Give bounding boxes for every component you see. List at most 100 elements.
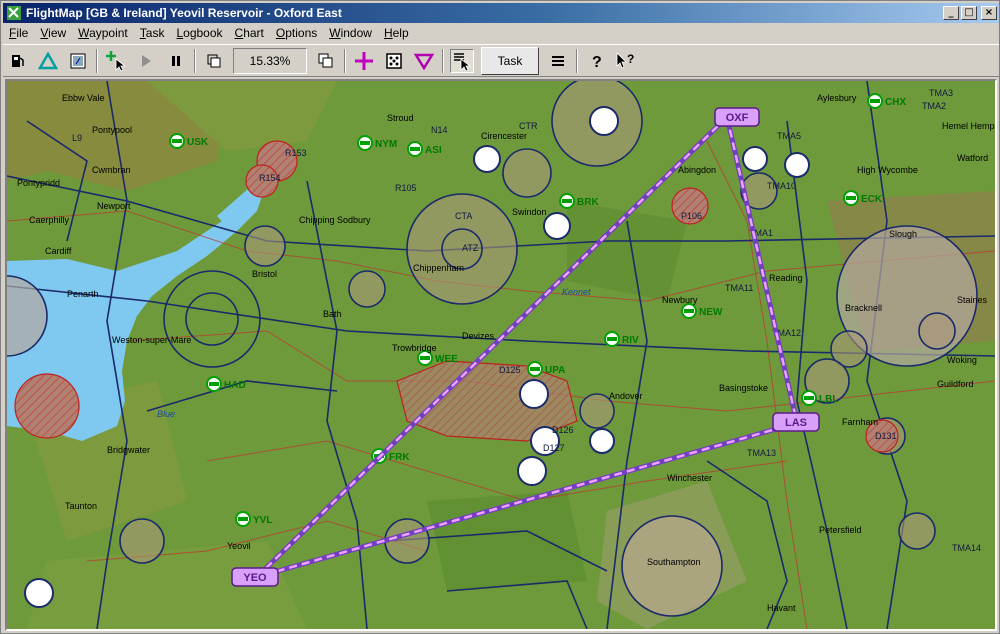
toolbar-separator [194,48,196,73]
task-button[interactable]: Task [481,46,539,75]
play-button[interactable] [134,49,158,73]
filter-button[interactable] [412,49,436,73]
airfield-nym: NYM [357,135,397,151]
minimize-button[interactable]: _ [943,6,959,20]
svg-text:Trowbridge: Trowbridge [392,343,437,353]
airfield-asi: ASI [407,141,442,157]
svg-text:LAS: LAS [785,417,807,429]
svg-text:Watford: Watford [957,153,988,163]
zoom-level[interactable]: 15.33% [233,47,307,74]
svg-text:Southampton: Southampton [647,557,701,567]
add-cursor-icon [106,50,127,72]
airfield-had: HAD [206,376,246,392]
svg-text:Newport: Newport [97,201,131,211]
help-button[interactable]: ? [584,49,608,73]
svg-text:L9: L9 [72,133,82,143]
dice-icon [386,52,402,69]
toolbar: 15.33% Task ? ? [3,44,999,77]
svg-text:Cardiff: Cardiff [45,246,72,256]
center-map-button[interactable] [352,49,376,73]
svg-text:R153: R153 [285,148,307,158]
fuel-pump-button[interactable] [6,49,30,73]
map-view-button[interactable] [66,49,90,73]
svg-text:CTA: CTA [455,211,472,221]
svg-text:ATZ: ATZ [462,243,479,253]
title-bar[interactable]: FlightMap [GB & Ireland] Yeovil Reservoi… [3,3,999,23]
svg-text:ECK: ECK [861,194,883,205]
svg-text:D125: D125 [499,365,521,375]
help-cursor-icon: ? [616,52,634,69]
svg-text:?: ? [627,52,634,66]
menu-task[interactable]: Task [134,26,171,40]
tile-windows-button[interactable] [314,49,338,73]
window-corner-icon [207,54,221,67]
fuel-pump-icon [12,54,24,67]
menu-waypoint[interactable]: Waypoint [72,26,134,40]
triangle-icon [38,51,58,69]
airfield-new: NEW [681,303,723,319]
svg-text:Bridgwater: Bridgwater [107,445,150,455]
svg-text:P106: P106 [681,211,702,221]
svg-text:Basingstoke: Basingstoke [719,383,768,393]
svg-text:TMA3: TMA3 [929,88,953,98]
svg-text:ASI: ASI [425,145,442,156]
svg-text:R154: R154 [259,173,281,183]
pause-icon [172,55,180,66]
svg-text:Chippenham: Chippenham [413,263,464,273]
menu-logbook[interactable]: Logbook [170,26,228,40]
airfield-lbl: LBL [801,390,838,406]
pause-button[interactable] [164,49,188,73]
menu-view[interactable]: View [34,26,72,40]
menu-file[interactable]: File [3,26,34,40]
menu-help[interactable]: Help [378,26,415,40]
menu-options[interactable]: Options [270,26,323,40]
svg-text:Swindon: Swindon [512,207,547,217]
toolbar-separator [344,48,346,73]
svg-text:Staines: Staines [957,295,988,305]
play-icon [142,54,151,67]
svg-text:TMA10: TMA10 [767,181,796,191]
svg-text:Aylesbury: Aylesbury [817,93,857,103]
svg-text:LBL: LBL [819,394,838,405]
svg-text:CHX: CHX [885,97,906,108]
waypoint-yeo[interactable]: YEO [231,567,279,587]
svg-text:Devizes: Devizes [462,331,495,341]
waypoint-las[interactable]: LAS [772,412,820,432]
window-title: FlightMap [GB & Ireland] Yeovil Reservoi… [26,6,342,20]
waypoint-oxf[interactable]: OXF [714,107,760,127]
zoom-window-button[interactable] [202,49,226,73]
svg-text:BRK: BRK [577,197,599,208]
app-icon [7,6,21,20]
map-view[interactable]: USK NYM ASI CHX ECK WEE RIV NEW UPA HAD … [5,79,997,631]
airfield-eck: ECK [843,190,883,206]
svg-text:Penarth: Penarth [67,289,99,299]
close-button[interactable]: × [981,6,997,20]
airfield-yvl: YVL [235,511,272,527]
triangle-task-button[interactable] [36,49,60,73]
svg-text:Slough: Slough [889,229,917,239]
maximize-button[interactable]: □ [961,6,977,20]
airfield-wee: WEE [417,350,458,366]
chart-map[interactable]: USK NYM ASI CHX ECK WEE RIV NEW UPA HAD … [7,81,995,629]
list-button[interactable] [546,49,570,73]
svg-text:TMA2: TMA2 [922,101,946,111]
svg-text:Farnham: Farnham [842,417,878,427]
tile-icon [318,53,333,67]
toolbar-separator [576,48,578,73]
task-list-cursor-button[interactable] [450,48,474,73]
svg-text:Cirencester: Cirencester [481,131,527,141]
svg-text:Abingdon: Abingdon [678,165,716,175]
menu-chart[interactable]: Chart [229,26,270,40]
svg-text:OXF: OXF [726,112,749,124]
svg-text:Chipping Sodbury: Chipping Sodbury [299,215,371,225]
toolbar-separator [96,48,98,73]
list-icon [552,55,564,66]
svg-text:CTR: CTR [519,121,538,131]
menu-window[interactable]: Window [323,26,378,40]
svg-text:Pontypool: Pontypool [92,125,132,135]
svg-text:Havant: Havant [767,603,796,613]
random-button[interactable] [382,49,406,73]
context-help-button[interactable]: ? [614,49,638,73]
add-waypoint-button[interactable] [104,49,128,73]
down-triangle-icon [414,53,434,70]
